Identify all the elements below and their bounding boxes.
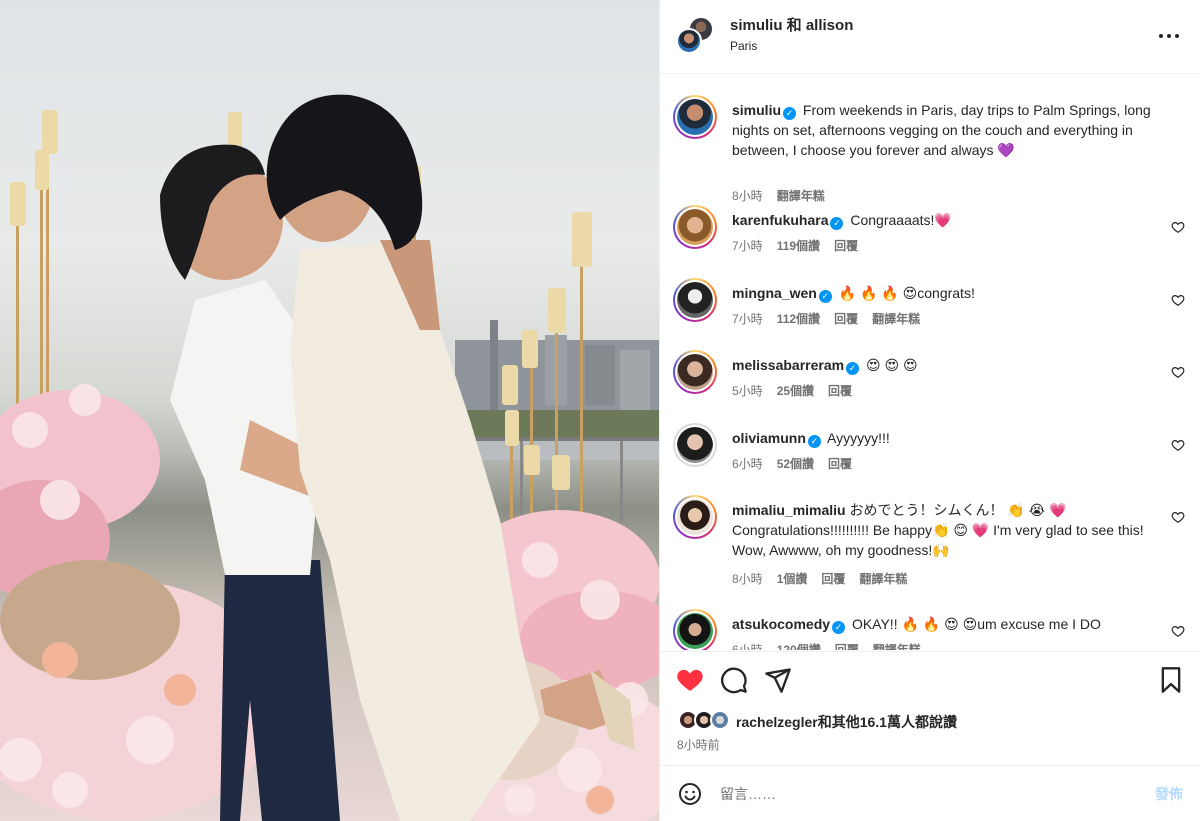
translate-button[interactable]: 翻譯年糕 [777,187,825,204]
avatar[interactable] [677,354,713,390]
comment-username[interactable]: mingna_wen [732,285,817,301]
comment-text: melissabarreram ✓ 😍 😍 😍 [732,355,1172,375]
comment-meta: 5小時 25個讚 回覆 [732,382,852,399]
verified-badge-icon: ✓ [846,362,860,375]
reply-button[interactable]: 回覆 [821,570,845,587]
comment-body: Ayyyyyy!!! [827,430,890,446]
post-comment-button[interactable]: 發佈 [1155,784,1183,804]
comment-body: OKAY!! 🔥 🔥 😍 😍um excuse me I DO [851,616,1101,632]
comment-username[interactable]: mimaliu_mimaliu [732,502,846,518]
translate-button[interactable]: 翻譯年糕 [872,310,920,327]
caption-username[interactable]: simuliu [732,102,781,118]
comment-time[interactable]: 8小時 [732,570,763,587]
heart-outline-icon[interactable] [1171,293,1185,307]
bookmark-icon[interactable] [1157,666,1185,694]
comment-likes[interactable]: 120個讚 [777,641,821,650]
post-header: simuliu 和 allison Paris [660,0,1200,74]
post-image [0,94,659,821]
verified-badge-icon: ✓ [783,107,797,120]
verified-badge-icon: ✓ [830,217,844,230]
comment-time[interactable]: 6小時 [732,455,763,472]
comment-body: 🔥 🔥 🔥 😍congrats! [838,285,975,301]
post-actions: rachelzegler和其他16.1萬人都說讚 8小時前 [660,651,1200,765]
heart-outline-icon[interactable] [1171,365,1185,379]
comment-likes[interactable]: 112個讚 [777,310,820,327]
comment-text: mimaliu_mimaliu おめでとう！シムくん！ 👏 😭 💗 Congra… [732,500,1172,560]
comment-likes[interactable]: 25個讚 [777,382,814,399]
verified-badge-icon: ✓ [807,435,821,448]
comment-username[interactable]: melissabarreram [732,357,844,373]
comments-list[interactable]: simuliu ✓ From weekends in Paris, day tri… [660,75,1200,650]
comment-text: mingna_wen ✓ 🔥 🔥 🔥 😍congrats! [732,283,1172,303]
comment-input[interactable] [720,781,1120,807]
avatar[interactable] [677,282,713,318]
comment-time[interactable]: 8小時 [732,187,763,204]
comment-likes[interactable]: 1個讚 [777,570,808,587]
comment-likes[interactable]: 119個讚 [777,237,820,254]
heart-outline-icon[interactable] [1171,624,1185,638]
post-timestamp[interactable]: 8小時前 [677,736,720,753]
translate-button[interactable]: 翻譯年糕 [873,641,921,650]
avatar[interactable] [677,209,713,245]
reply-button[interactable]: 回覆 [835,641,859,650]
comment-time[interactable]: 7小時 [732,310,763,327]
comment-username[interactable]: karenfukuhara [732,212,828,228]
verified-badge-icon: ✓ [818,290,832,303]
heart-outline-icon[interactable] [1171,220,1185,234]
translate-button[interactable]: 翻譯年糕 [859,570,907,587]
comment-meta: 6小時 120個讚 回覆 翻譯年糕 [732,641,921,650]
comment-meta: 6小時 52個讚 回覆 [732,455,852,472]
comment-icon[interactable] [720,666,748,694]
comment-meta: 7小時 112個讚 回覆 翻譯年糕 [732,310,920,327]
comment-meta: 8小時 1個讚 回覆 翻譯年糕 [732,570,907,587]
post-author[interactable]: simuliu 和 allison [730,14,853,35]
comment-time[interactable]: 7小時 [732,237,763,254]
post-location[interactable]: Paris [730,39,757,53]
comment-time[interactable]: 5小時 [732,382,763,399]
share-icon[interactable] [764,666,792,694]
instagram-post: simuliu 和 allison Paris simuliu ✓ From we… [0,0,1200,821]
comment-meta: 7小時 119個讚 回覆 [732,237,858,254]
comment-username[interactable]: atsukocomedy [732,616,830,632]
comment-text: karenfukuhara ✓ Congraaaats!💗 [732,210,1172,230]
heart-outline-icon[interactable] [1171,438,1185,452]
comment-likes[interactable]: 52個讚 [777,455,814,472]
post-details-panel: simuliu 和 allison Paris simuliu ✓ From we… [659,0,1200,821]
more-horizontal-icon[interactable] [1157,24,1181,48]
post-photo[interactable] [0,0,659,821]
avatar[interactable] [677,99,713,135]
liked-by-text[interactable]: rachelzegler和其他16.1萬人都說讚 [736,712,957,732]
caption-text: simuliu ✓ From weekends in Paris, day tri… [732,100,1172,160]
reply-button[interactable]: 回覆 [828,455,852,472]
comment-body: Congraaaats!💗 [850,212,952,228]
reply-button[interactable]: 回覆 [828,382,852,399]
avatar[interactable] [677,499,713,535]
avatar[interactable] [677,427,713,463]
avatar[interactable] [677,613,713,649]
heart-filled-icon[interactable] [676,666,704,694]
reply-button[interactable]: 回覆 [834,237,858,254]
comment-text: atsukocomedy ✓ OKAY!! 🔥 🔥 😍 😍um excuse me… [732,614,1172,634]
heart-outline-icon[interactable] [1171,510,1185,524]
emoji-icon[interactable] [678,782,702,806]
comment-composer: 發佈 [660,765,1200,821]
liked-by-avatars[interactable] [678,710,732,730]
comment-body: 😍 😍 😍 [865,357,918,373]
verified-badge-icon: ✓ [832,621,846,634]
avatar [676,28,702,54]
comment-username[interactable]: oliviamunn [732,430,806,446]
caption-meta: 8小時 翻譯年糕 [732,187,825,204]
collab-avatars[interactable] [676,16,716,56]
reply-button[interactable]: 回覆 [834,310,858,327]
comment-time[interactable]: 6小時 [732,641,763,650]
comment-text: oliviamunn ✓ Ayyyyyy!!! [732,428,1172,448]
